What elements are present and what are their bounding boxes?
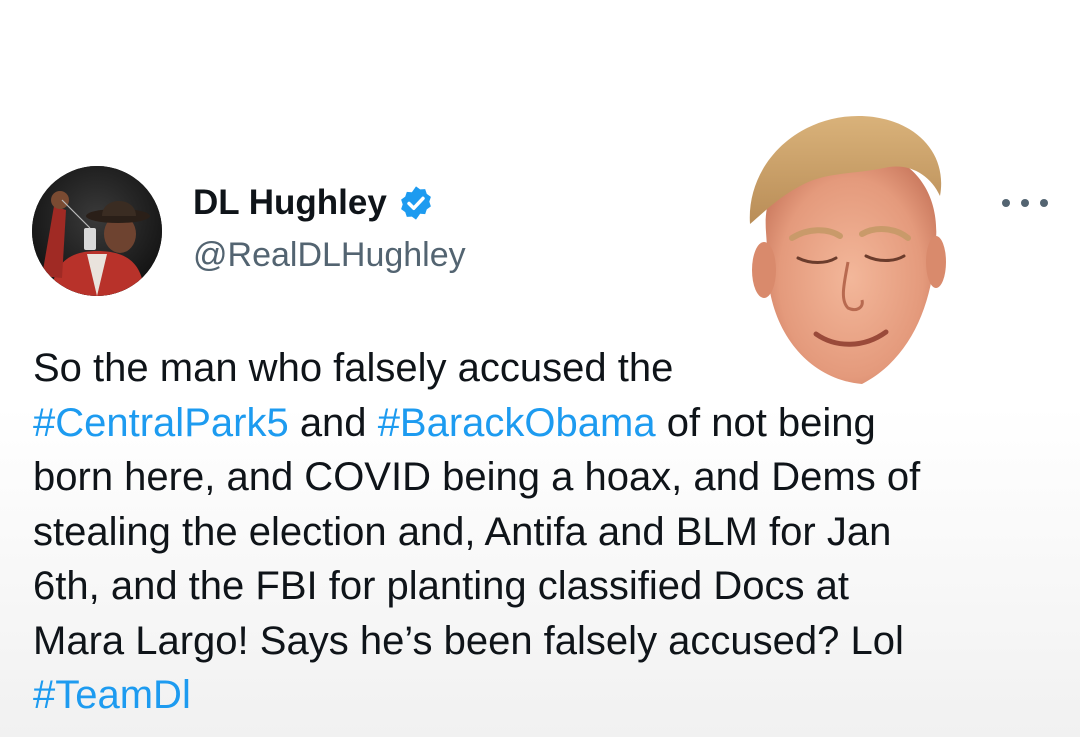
dot	[1040, 199, 1048, 207]
tweet-body: So the man who falsely accused the #Cent…	[33, 341, 1053, 723]
dot	[1002, 199, 1010, 207]
tweet-line-4: stealing the election and, Antifa and BL…	[33, 509, 892, 554]
tweet-line-3: born here, and COVID being a hoax, and D…	[33, 455, 921, 499]
tweet-line-1: So the man who falsely accused the	[33, 346, 674, 390]
tweet-line-6: Mara Largo! Says he’s been falsely accus…	[33, 618, 904, 663]
hashtag-link[interactable]: #CentralPark5	[33, 401, 289, 445]
hashtag-link[interactable]: #TeamDl	[33, 673, 191, 717]
avatar[interactable]	[32, 166, 162, 296]
tweet-line-7: #TeamDl	[33, 668, 1053, 723]
tweet-line-2: #CentralPark5 and #BarackObama of not be…	[33, 396, 1053, 451]
profile-photo	[32, 166, 162, 296]
verified-badge-icon	[397, 184, 435, 222]
user-handle[interactable]: @RealDLHughley	[193, 236, 466, 275]
author-name-row: DL Hughley	[193, 180, 435, 226]
dot	[1021, 199, 1029, 207]
display-name[interactable]: DL Hughley	[193, 183, 387, 223]
hashtag-link[interactable]: #BarackObama	[378, 401, 656, 445]
tweet-line-5: 6th, and the FBI for planting classified…	[33, 564, 849, 608]
more-options-icon[interactable]	[1002, 188, 1048, 218]
tweet-word: and	[299, 400, 367, 445]
tweet-text-fragment: of not being	[666, 400, 876, 445]
